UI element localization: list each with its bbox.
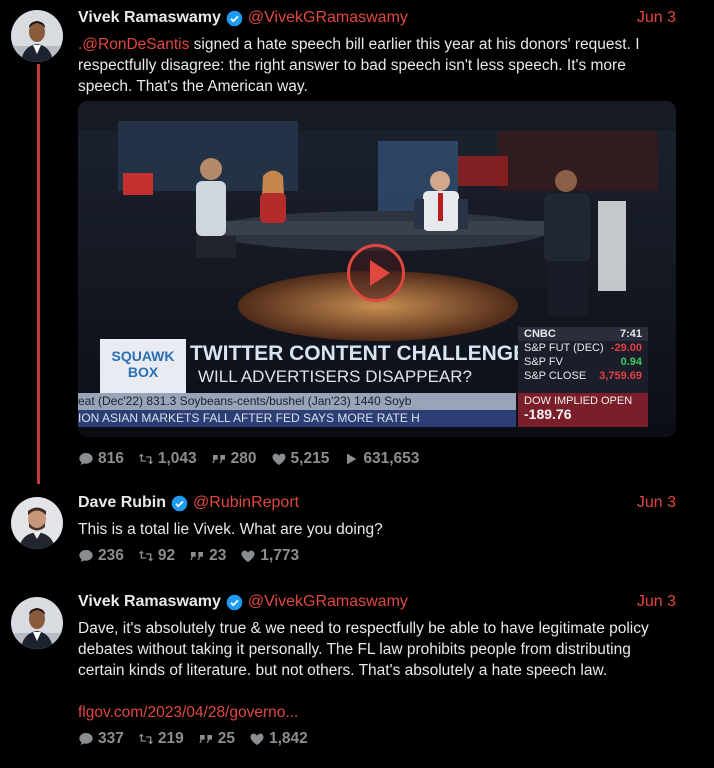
reply-icon [79,733,93,745]
show-logo: SQUAWK BOX [100,339,186,393]
heart-icon [241,550,255,562]
reply-count: 816 [98,450,124,467]
retweet-icon [138,550,154,562]
quote-count: 280 [230,450,257,467]
market-value: 0.94 [620,356,642,368]
dow-box: DOW IMPLIED OPEN -189.76 [518,393,648,427]
verified-badge-icon [226,10,243,27]
tweet-text: Dave, it's absolutely true & we need to … [78,620,649,679]
reply-button[interactable]: 816 [78,450,124,468]
clock: 7:41 [619,328,642,340]
heart-icon [250,733,264,745]
quote-button[interactable]: 280 [211,450,257,468]
external-link[interactable]: flgov.com/2023/04/28/governo... [78,702,678,723]
play-button[interactable] [347,244,405,302]
verified-badge-icon [171,495,188,512]
like-button[interactable]: 1,842 [249,730,308,748]
market-value: -29.00 [610,342,642,354]
dow-value: -189.76 [524,406,572,422]
tweet-date[interactable]: Jun 3 [637,9,676,27]
retweet-count: 219 [157,730,184,747]
retweet-button[interactable]: 1,043 [138,450,197,468]
author-handle[interactable]: @RubinReport [193,494,299,512]
author-name[interactable]: Vivek Ramaswamy [78,9,221,27]
market-value: 3,759.69 [599,370,642,382]
reply-count: 236 [98,547,124,564]
retweet-icon [138,733,154,745]
author-name[interactable]: Vivek Ramaswamy [78,593,221,611]
quote-count: 25 [217,730,235,747]
tweet-text: .@RonDeSantis signed a hate speech bill … [78,34,678,97]
play-icon [347,453,357,465]
thread-line [37,64,40,484]
reply-button[interactable]: 337 [78,730,124,748]
tweet-text: This is a total lie Vivek. What are you … [78,521,383,538]
author-name[interactable]: Dave Rubin [78,494,166,512]
heart-icon [272,453,286,465]
ticker-news: ION ASIAN MARKETS FALL AFTER FED SAYS MO… [78,410,516,427]
tweet-stats: 337 219 25 1,842 [78,730,308,748]
market-label: S&P CLOSE [524,370,587,382]
tweet-stats: 816 1,043 280 5,215 631,653 [78,450,419,468]
like-count: 1,773 [260,547,300,564]
retweet-button[interactable]: 92 [138,547,175,565]
quote-button[interactable]: 25 [198,730,235,748]
market-label: S&P FUT (DEC) [524,342,604,354]
mention-link[interactable]: .@RonDeSantis [78,36,189,53]
quote-icon [199,735,212,743]
chyron-headline: TWITTER CONTENT CHALLENGES [190,342,542,365]
quote-count: 23 [209,547,227,564]
tweet-stats: 236 92 23 1,773 [78,547,299,565]
quote-icon [190,552,204,560]
video-player[interactable]: SQUAWK BOX TWITTER CONTENT CHALLENGES WI… [78,101,676,437]
market-box: CNBC 7:41 S&P FUT (DEC) -29.00 S&P FV 0.94… [518,327,648,393]
retweet-count: 1,043 [157,450,197,467]
quote-button[interactable]: 23 [189,547,226,565]
market-label: S&P FV [524,356,563,368]
retweet-count: 92 [157,547,176,564]
network-logo: CNBC [524,328,556,340]
ticker-commodities: eat (Dec'22) 831.3 Soybeans-cents/bushel… [78,393,516,410]
views-indicator: 631,653 [343,450,419,468]
like-count: 5,215 [290,450,330,467]
retweet-icon [138,453,154,465]
reply-count: 337 [98,730,124,747]
tweet-date[interactable]: Jun 3 [637,593,676,611]
avatar[interactable] [11,597,63,649]
reply-icon [79,550,93,562]
view-count: 631,653 [363,450,420,467]
avatar[interactable] [11,10,63,62]
quote-icon [212,455,225,463]
author-handle[interactable]: @VivekGRamaswamy [248,9,408,27]
verified-badge-icon [226,594,243,611]
like-button[interactable]: 5,215 [271,450,330,468]
chyron-subheadline: WILL ADVERTISERS DISAPPEAR? [198,367,472,386]
like-button[interactable]: 1,773 [240,547,299,565]
reply-icon [79,453,93,465]
like-count: 1,842 [269,730,308,747]
retweet-button[interactable]: 219 [138,730,184,748]
avatar[interactable] [11,497,63,549]
author-handle[interactable]: @VivekGRamaswamy [248,593,408,611]
tweet-date[interactable]: Jun 3 [637,494,676,512]
reply-button[interactable]: 236 [78,547,124,565]
